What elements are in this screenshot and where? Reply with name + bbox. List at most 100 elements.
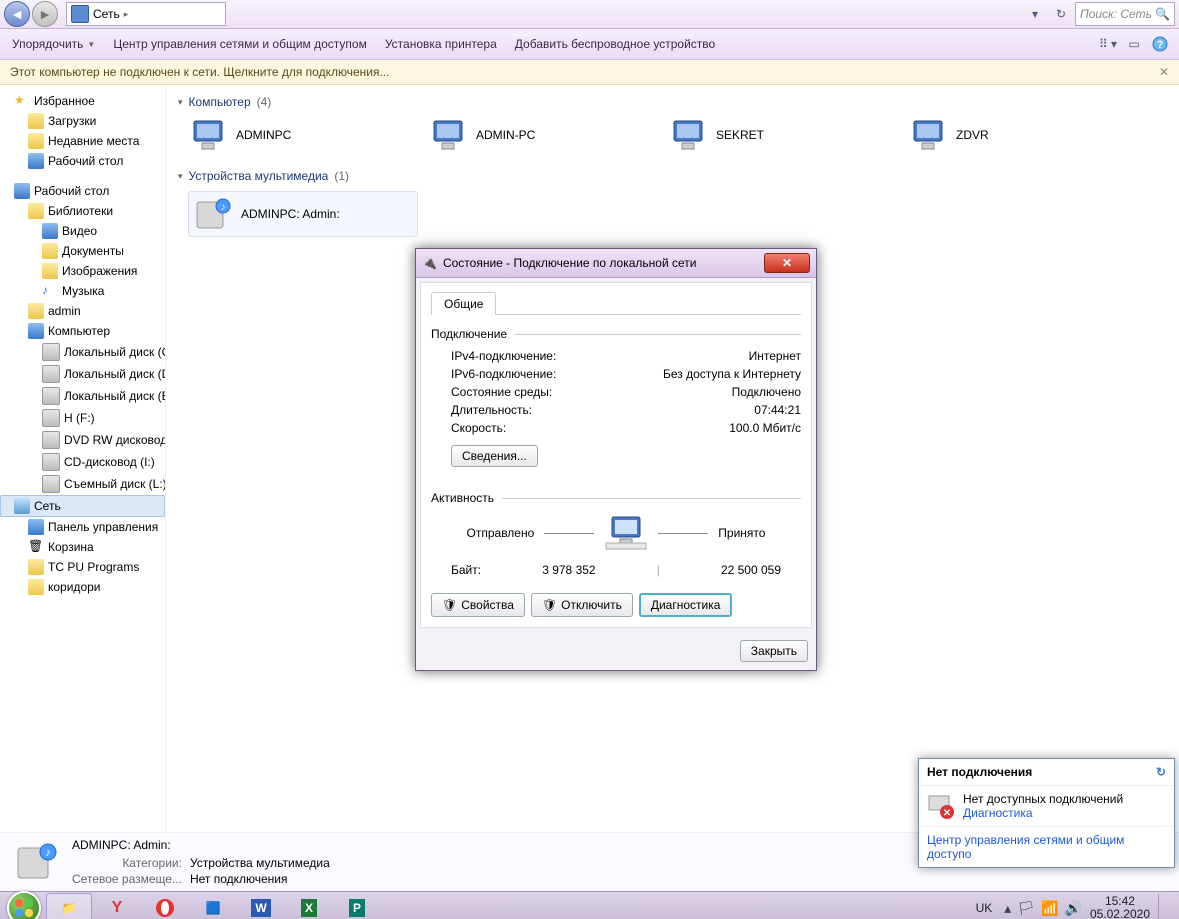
clock[interactable]: 15:42 05.02.2020 — [1090, 895, 1150, 919]
view-options-button[interactable]: ⠿ ▾ — [1097, 33, 1119, 55]
disable-button[interactable]: 🛡Отключить — [531, 593, 633, 617]
taskbar-app[interactable]: 🟦 — [190, 893, 236, 919]
video-icon — [42, 223, 58, 239]
dialog-titlebar[interactable]: 🔌 Состояние - Подключение по локальной с… — [416, 249, 816, 278]
taskbar-yandex[interactable]: Y — [94, 893, 140, 919]
breadcrumb-dropdown[interactable]: ▾ — [1023, 2, 1047, 26]
help-button[interactable]: ? — [1149, 33, 1171, 55]
language-indicator[interactable]: UK — [972, 899, 997, 917]
taskbar-publisher[interactable]: P — [334, 893, 380, 919]
tab-general[interactable]: Общие — [431, 292, 496, 315]
details-button[interactable]: Сведения... — [451, 445, 538, 467]
details-location-value: Нет подключения — [190, 872, 330, 886]
tree-drive-e[interactable]: Локальный диск (E — [0, 385, 165, 407]
tree-pictures[interactable]: Изображения — [0, 261, 165, 281]
tree-music[interactable]: ♪Музыка — [0, 281, 165, 301]
tray-icons[interactable]: ▴ 🏳 📶 🔊 — [1004, 900, 1082, 917]
collapse-icon: ▾ — [178, 97, 183, 108]
diagnostics-button[interactable]: Диагностика — [639, 593, 733, 617]
tree-video[interactable]: Видео — [0, 221, 165, 241]
tree-libraries[interactable]: Библиотеки — [0, 201, 165, 221]
publisher-icon: P — [349, 899, 365, 917]
network-tray-icon[interactable]: 📶 — [1041, 900, 1058, 917]
tree-network[interactable]: Сеть — [0, 495, 165, 517]
tree-dvd[interactable]: DVD RW дисковод ( — [0, 429, 165, 451]
tree-documents[interactable]: Документы — [0, 241, 165, 261]
shield-icon: 🛡 — [542, 598, 557, 612]
tree-drive-d[interactable]: Локальный диск (D — [0, 363, 165, 385]
network-center-button[interactable]: Центр управления сетями и общим доступом — [109, 35, 371, 53]
computer-icon — [428, 117, 468, 153]
info-bar[interactable]: Этот компьютер не подключен к сети. Щелк… — [0, 60, 1179, 85]
bytes-label: Байт: — [451, 563, 481, 577]
tree-control-panel[interactable]: Панель управления — [0, 517, 165, 537]
folder-icon — [28, 579, 44, 595]
app-icon: 🟦 — [206, 901, 221, 915]
flag-icon[interactable]: 🏳 — [1017, 900, 1035, 917]
explorer-icon: 📁 — [62, 901, 77, 915]
volume-icon[interactable]: 🔊 — [1065, 900, 1082, 917]
start-button[interactable] — [4, 893, 44, 919]
taskbar-explorer[interactable]: 📁 — [46, 893, 92, 919]
computer-icon — [668, 117, 708, 153]
tray-chevron-icon[interactable]: ▴ — [1004, 900, 1011, 917]
network-computer-item[interactable]: ZDVR — [908, 117, 1118, 153]
install-printer-button[interactable]: Установка принтера — [381, 35, 501, 53]
network-computer-item[interactable]: ADMINPC — [188, 117, 398, 153]
network-computer-item[interactable]: ADMIN-PC — [428, 117, 638, 153]
search-input[interactable]: Поиск: Сеть 🔍 — [1075, 2, 1175, 26]
properties-button[interactable]: 🛡Свойства — [431, 593, 525, 617]
preview-pane-button[interactable]: ▭ — [1123, 33, 1145, 55]
group-header-computer[interactable]: ▾ Компьютер (4) — [178, 95, 1167, 109]
tree-tcpu[interactable]: TC PU Programs — [0, 557, 165, 577]
show-desktop-button[interactable] — [1158, 894, 1169, 919]
computer-icon — [188, 117, 228, 153]
opera-icon — [155, 898, 175, 918]
document-icon — [42, 243, 58, 259]
media-state-label: Состояние среды: — [451, 385, 552, 399]
breadcrumb[interactable]: Сеть ▸ — [66, 2, 226, 26]
tree-admin[interactable]: admin — [0, 301, 165, 321]
tree-recycle-bin[interactable]: 🗑Корзина — [0, 537, 165, 557]
info-bar-close[interactable]: ✕ — [1159, 65, 1169, 79]
window-titlebar: ◄ ► Сеть ▸ ▾ ↻ Поиск: Сеть 🔍 — [0, 0, 1179, 29]
svg-text:?: ? — [1157, 39, 1164, 51]
network-icon — [71, 5, 89, 23]
media-device-item[interactable]: ♪ ADMINPC: Admin: — [188, 191, 418, 237]
tray-diagnostics-link[interactable]: Диагностика — [963, 806, 1033, 820]
close-button[interactable]: Закрыть — [740, 640, 808, 662]
drive-icon — [42, 343, 60, 361]
tree-computer[interactable]: Компьютер — [0, 321, 165, 341]
drive-icon — [42, 365, 60, 383]
windows-orb-icon — [7, 891, 41, 919]
refresh-icon[interactable]: ↻ — [1156, 765, 1166, 779]
tree-downloads[interactable]: Загрузки — [0, 111, 165, 131]
tree-drive-h[interactable]: H (F:) — [0, 407, 165, 429]
tray-network-center-link[interactable]: Центр управления сетями и общим доступо — [927, 833, 1124, 861]
taskbar-word[interactable]: W — [238, 893, 284, 919]
details-name: ADMINPC: Admin: — [72, 838, 330, 852]
add-wireless-button[interactable]: Добавить беспроводное устройство — [511, 35, 719, 53]
tree-cd[interactable]: CD-дисковод (I:) — [0, 451, 165, 473]
group-header-media[interactable]: ▾ Устройства мультимедиа (1) — [178, 169, 1167, 183]
taskbar-opera[interactable] — [142, 893, 188, 919]
network-computer-item[interactable]: SEKRET — [668, 117, 878, 153]
tree-drive-c[interactable]: Локальный диск (C — [0, 341, 165, 363]
tree-favorites[interactable]: ★Избранное — [0, 91, 165, 111]
nav-forward-button[interactable]: ► — [32, 1, 58, 27]
network-icon: 🔌 — [422, 256, 437, 270]
nav-tree: ★Избранное Загрузки Недавние места Рабоч… — [0, 85, 166, 832]
tree-desktop-fav[interactable]: Рабочий стол — [0, 151, 165, 171]
taskbar-excel[interactable]: X — [286, 893, 332, 919]
tree-koridori[interactable]: коридори — [0, 577, 165, 597]
tree-removable[interactable]: Съемный диск (L:) — [0, 473, 165, 495]
section-connection-label: Подключение — [431, 327, 507, 341]
refresh-button[interactable]: ↻ — [1049, 2, 1073, 26]
tree-desktop[interactable]: Рабочий стол — [0, 181, 165, 201]
media-device-icon: ♪ — [193, 196, 233, 232]
section-activity-label: Активность — [431, 491, 494, 505]
organize-menu[interactable]: Упорядочить▼ — [8, 35, 99, 53]
dialog-close-button[interactable]: ✕ — [764, 253, 810, 273]
nav-back-button[interactable]: ◄ — [4, 1, 30, 27]
tree-recent[interactable]: Недавние места — [0, 131, 165, 151]
